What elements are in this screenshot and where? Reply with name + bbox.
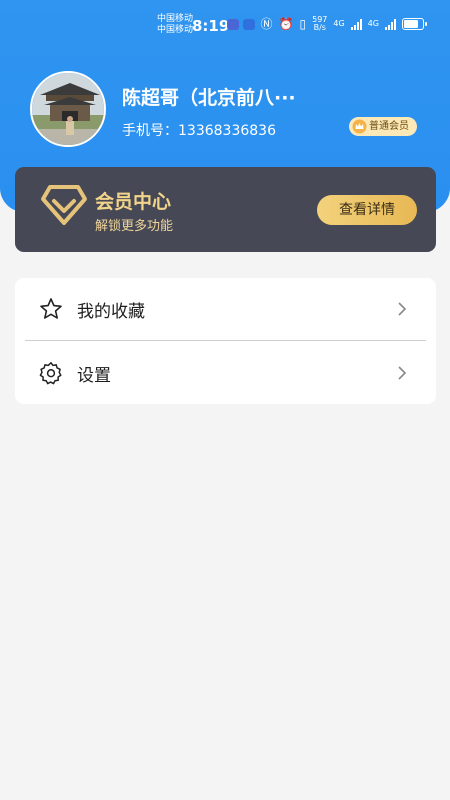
menu-list: 我的收藏 设置: [15, 278, 436, 404]
app-notification-icon-2: [243, 19, 255, 30]
net-type-1: 4G: [333, 19, 345, 28]
member-center-title: 会员中心: [95, 191, 172, 213]
net-type-2: 4G: [367, 19, 379, 28]
battery-icon: [402, 18, 427, 30]
nfc-icon: Ⓝ: [260, 17, 273, 31]
carrier-2: 中国移动: [157, 25, 194, 35]
crown-icon: [352, 119, 367, 134]
user-name: 陈超哥（北京前八···: [122, 87, 296, 109]
signal-icon: [350, 18, 362, 30]
net-speed: 597 B/s: [312, 16, 327, 32]
vibrate-icon: ▯: [299, 17, 307, 31]
status-bar: 中国移动 中国移动 8:19 Ⓝ ⏰ ▯ 597 B/s 4G 4G: [0, 0, 450, 44]
clock: 8:19: [192, 17, 230, 35]
member-level-label: 普通会员: [369, 121, 409, 132]
battery-fill: [404, 20, 418, 28]
carrier-1: 中国移动: [157, 14, 194, 24]
menu-item-favorites[interactable]: 我的收藏: [15, 278, 436, 340]
member-center-subtitle: 解锁更多功能: [95, 219, 174, 234]
phone-number: 手机号：13368336836: [122, 123, 276, 139]
diamond-icon: [41, 185, 87, 225]
star-icon: [40, 298, 62, 319]
net-speed-unit: B/s: [313, 23, 326, 32]
chevron-right-icon: [398, 366, 407, 380]
menu-item-settings[interactable]: 设置: [15, 342, 436, 404]
view-details-button[interactable]: 查看详情: [317, 195, 417, 225]
menu-item-label: 设置: [77, 366, 111, 386]
app-notification-icon: [227, 19, 239, 30]
menu-item-label: 我的收藏: [77, 302, 145, 322]
member-center-card[interactable]: 会员中心 解锁更多功能 查看详情: [15, 167, 436, 252]
divider: [25, 340, 426, 341]
signal-icon-2: [385, 18, 396, 30]
status-icons: Ⓝ ⏰ ▯ 597 B/s 4G 4G: [260, 16, 427, 32]
member-level-badge: 普通会员: [349, 117, 417, 136]
chevron-right-icon: [398, 302, 407, 316]
gear-icon: [39, 362, 62, 385]
avatar[interactable]: [30, 71, 106, 147]
alarm-icon: ⏰: [278, 17, 294, 31]
carrier-labels: 中国移动 中国移动: [157, 14, 193, 36]
